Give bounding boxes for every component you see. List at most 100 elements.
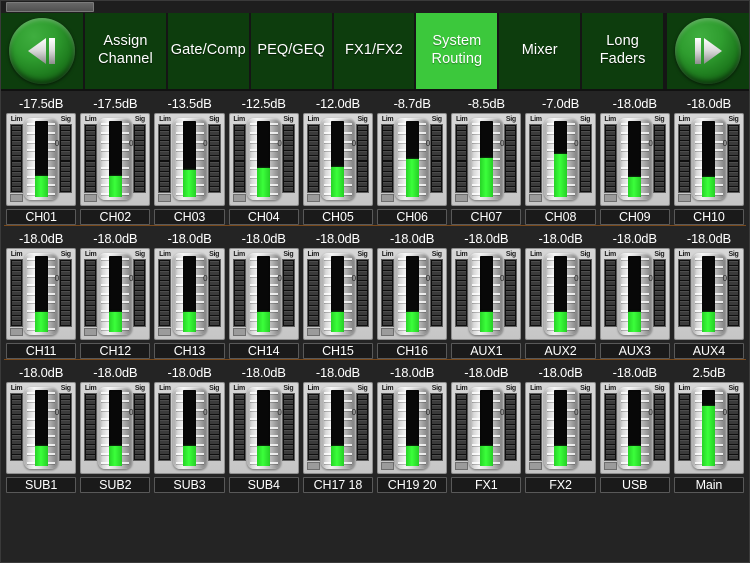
channel-fader[interactable] xyxy=(172,252,207,335)
channel-fader[interactable] xyxy=(24,252,59,335)
fader-area[interactable] xyxy=(98,385,133,470)
fader-slot[interactable] xyxy=(34,121,48,197)
channel-fader[interactable] xyxy=(617,118,652,200)
fader-area[interactable] xyxy=(24,116,59,202)
fader-area[interactable] xyxy=(543,251,578,336)
tab-peq-geq[interactable]: PEQ/GEQ xyxy=(250,13,334,89)
fader-slot[interactable] xyxy=(554,389,568,466)
previous-page-button[interactable] xyxy=(1,13,85,89)
fader-area[interactable] xyxy=(395,251,430,336)
channel-strip[interactable]: -7.0dB Lim 0 Sig CH08 xyxy=(525,94,596,225)
channel-strip[interactable]: -18.0dB Lim 0 Sig SUB3 xyxy=(154,363,225,493)
fader-slot[interactable] xyxy=(34,255,48,332)
channel-strip[interactable]: -17.5dB Lim 0 Sig CH01 xyxy=(6,94,77,225)
channel-strip[interactable]: -18.0dB Lim 0 Sig FX2 xyxy=(525,363,596,493)
fader-slot[interactable] xyxy=(108,255,122,332)
fader-area[interactable] xyxy=(24,385,59,470)
channel-fader[interactable] xyxy=(246,386,281,469)
channel-strip[interactable]: -18.0dB Lim 0 Sig CH19 20 xyxy=(377,363,448,493)
fader-slot[interactable] xyxy=(257,121,271,197)
fader-slot[interactable] xyxy=(405,121,419,197)
fader-area[interactable] xyxy=(617,116,652,202)
channel-fader[interactable] xyxy=(320,252,355,335)
fader-slot[interactable] xyxy=(554,121,568,197)
fader-area[interactable] xyxy=(246,116,281,202)
channel-fader[interactable] xyxy=(395,252,430,335)
channel-fader[interactable] xyxy=(617,252,652,335)
channel-fader[interactable] xyxy=(246,118,281,200)
next-page-button[interactable] xyxy=(665,13,750,89)
channel-fader[interactable] xyxy=(543,118,578,200)
fader-area[interactable] xyxy=(691,385,726,470)
channel-strip[interactable]: -18.0dB Lim 0 Sig SUB4 xyxy=(228,363,299,493)
fader-area[interactable] xyxy=(543,116,578,202)
channel-fader[interactable] xyxy=(543,386,578,469)
channel-strip[interactable]: -13.5dB Lim 0 Sig CH03 xyxy=(154,94,225,225)
fader-slot[interactable] xyxy=(331,255,345,332)
fader-slot[interactable] xyxy=(183,121,196,197)
fader-area[interactable] xyxy=(469,385,504,470)
channel-fader[interactable] xyxy=(320,118,355,200)
channel-strip[interactable]: -18.0dB Lim 0 Sig SUB2 xyxy=(80,363,151,493)
fader-area[interactable] xyxy=(543,385,578,470)
channel-strip[interactable]: -18.0dB Lim 0 Sig CH14 xyxy=(228,229,299,359)
channel-strip[interactable]: -18.0dB Lim 0 Sig FX1 xyxy=(451,363,522,493)
tab-mixer[interactable]: Mixer xyxy=(499,13,583,89)
fader-area[interactable] xyxy=(98,251,133,336)
fader-area[interactable] xyxy=(691,116,726,202)
fader-slot[interactable] xyxy=(257,255,271,332)
tab-long-faders[interactable]: Long Faders xyxy=(582,13,666,89)
channel-fader[interactable] xyxy=(469,252,504,335)
fader-slot[interactable] xyxy=(702,389,716,466)
fader-area[interactable] xyxy=(320,116,355,202)
fader-slot[interactable] xyxy=(479,255,493,332)
channel-strip[interactable]: -18.0dB Lim 0 Sig CH09 xyxy=(599,94,670,225)
fader-slot[interactable] xyxy=(479,121,493,197)
fader-slot[interactable] xyxy=(479,389,493,466)
channel-fader[interactable] xyxy=(395,386,430,469)
fader-slot[interactable] xyxy=(702,255,716,332)
fader-area[interactable] xyxy=(246,385,281,470)
channel-strip[interactable]: -18.0dB Lim 0 Sig CH15 xyxy=(302,229,374,359)
fader-area[interactable] xyxy=(172,385,207,470)
channel-fader[interactable] xyxy=(691,252,726,335)
channel-fader[interactable] xyxy=(691,118,726,200)
channel-strip[interactable]: -18.0dB Lim 0 Sig CH16 xyxy=(377,229,448,359)
channel-strip[interactable]: -18.0dB Lim 0 Sig AUX2 xyxy=(525,229,596,359)
channel-strip[interactable]: -18.0dB Lim 0 Sig CH11 xyxy=(6,229,77,359)
fader-slot[interactable] xyxy=(257,389,271,466)
fader-area[interactable] xyxy=(172,116,207,202)
fader-area[interactable] xyxy=(246,251,281,336)
channel-fader[interactable] xyxy=(98,386,133,469)
fader-slot[interactable] xyxy=(628,121,642,197)
channel-strip[interactable]: 2.5dB Lim 0 Sig Main xyxy=(673,363,745,493)
channel-strip[interactable]: -8.5dB Lim 0 Sig CH07 xyxy=(451,94,522,225)
fader-slot[interactable] xyxy=(554,255,568,332)
channel-strip[interactable]: -8.7dB Lim 0 Sig CH06 xyxy=(377,94,448,225)
channel-fader[interactable] xyxy=(24,118,59,200)
tab-fx1-fx2[interactable]: FX1/FX2 xyxy=(333,13,417,89)
channel-fader[interactable] xyxy=(98,252,133,335)
channel-fader[interactable] xyxy=(469,386,504,469)
channel-fader[interactable] xyxy=(246,252,281,335)
tab-assign-channel[interactable]: Assign Channel xyxy=(85,13,168,89)
fader-area[interactable] xyxy=(691,251,726,336)
fader-slot[interactable] xyxy=(108,121,122,197)
fader-slot[interactable] xyxy=(628,255,642,332)
fader-slot[interactable] xyxy=(183,255,196,332)
channel-fader[interactable] xyxy=(543,252,578,335)
fader-area[interactable] xyxy=(395,385,430,470)
channel-strip[interactable]: -12.0dB Lim 0 Sig CH05 xyxy=(302,94,374,225)
channel-fader[interactable] xyxy=(172,386,207,469)
fader-area[interactable] xyxy=(617,251,652,336)
channel-strip[interactable]: -18.0dB Lim 0 Sig CH12 xyxy=(80,229,151,359)
channel-fader[interactable] xyxy=(172,118,207,200)
fader-slot[interactable] xyxy=(628,389,642,466)
fader-area[interactable] xyxy=(24,251,59,336)
channel-strip[interactable]: -17.5dB Lim 0 Sig CH02 xyxy=(80,94,151,225)
fader-area[interactable] xyxy=(469,251,504,336)
fader-area[interactable] xyxy=(172,251,207,336)
fader-area[interactable] xyxy=(320,251,355,336)
fader-slot[interactable] xyxy=(108,389,122,466)
channel-strip[interactable]: -18.0dB Lim 0 Sig CH13 xyxy=(154,229,225,359)
